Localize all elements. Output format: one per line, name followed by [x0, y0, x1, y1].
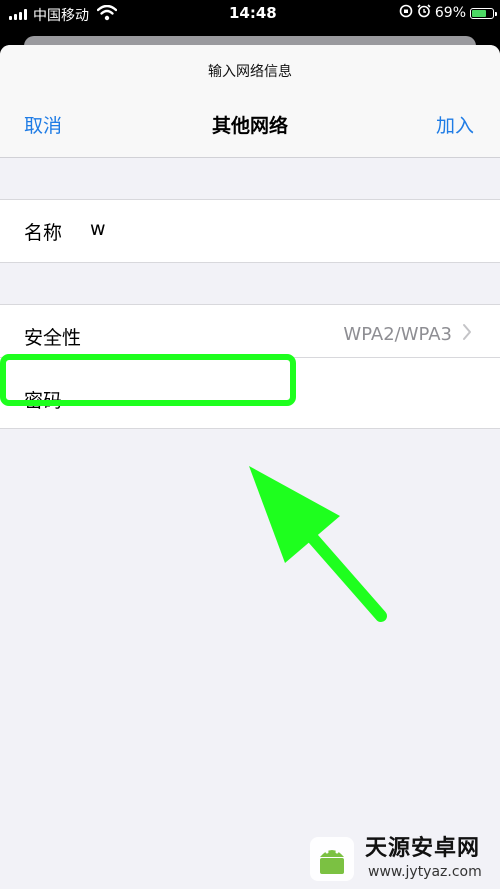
android-logo-icon [310, 837, 354, 881]
watermark: 天源安卓网 www.jytyaz.com [300, 826, 500, 889]
annotation-arrow [249, 466, 387, 622]
watermark-url: www.jytyaz.com [368, 864, 482, 880]
watermark-name: 天源安卓网 [365, 836, 481, 861]
